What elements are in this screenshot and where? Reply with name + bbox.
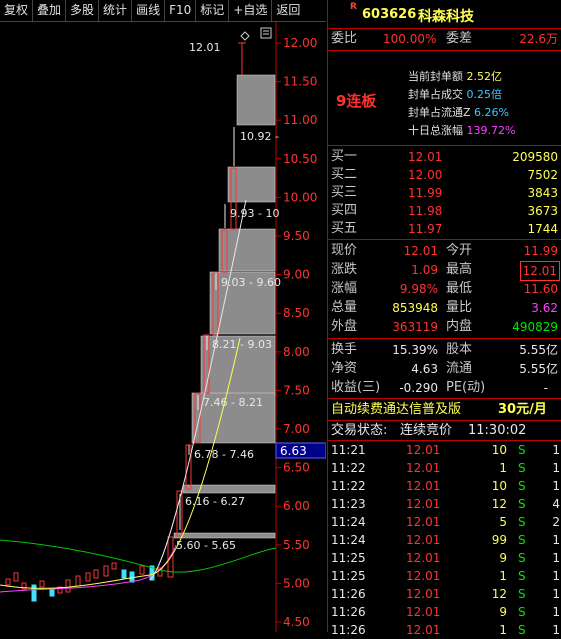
price-axis: 12.00 11.50 11.00 10.50 10.00 9.50 9.00 8.50 8.0… (276, 36, 317, 629)
bid-row[interactable]: 买四 11.98 3673 (328, 202, 561, 220)
overlay-button[interactable]: 叠加 (33, 0, 67, 21)
tick-row: 11:22 12.01 1 S 1 (331, 461, 560, 475)
weibi-label: 委比 (331, 31, 358, 46)
bid-row[interactable]: 买一 12.01 209580 (328, 148, 561, 166)
tick-row: 11:26 12.01 9 S 1 (331, 605, 560, 619)
mark-button[interactable]: 标记 (196, 0, 230, 21)
price-axis-label: 9.00 (283, 268, 310, 282)
price-axis-label: 12.00 (283, 36, 317, 50)
info-line-1: 当前封单额 2.52亿 (408, 70, 502, 83)
price-axis-label: 11.50 (283, 75, 317, 89)
settings-icon[interactable] (260, 27, 272, 39)
small-candles (5, 562, 163, 602)
range-label-1: 10.92 - (240, 130, 279, 143)
promo-text[interactable]: 自动续费通达信普及版 (331, 401, 461, 419)
weicha-label: 委差 (446, 31, 473, 46)
tick-row: 11:26 12.01 12 S 1 (331, 587, 560, 601)
tick-row: 11:24 12.01 99 S 1 (331, 533, 560, 547)
stock-code: 603626 (362, 7, 417, 22)
tick-row: 11:26 12.01 1 S 1 (331, 623, 560, 637)
price-axis-label: 6.50 (283, 461, 310, 475)
bid-row[interactable]: 买二 12.00 7502 (328, 166, 561, 184)
tick-row: 11:23 12.01 12 S 4 (331, 497, 560, 511)
price-axis-label: 10.00 (283, 190, 317, 204)
range-label-6: 6.78 - 7.46 (194, 448, 254, 461)
quote-row-zongliang: 总量 853948 量比 3.62 (331, 300, 558, 315)
price-axis-label: 10.50 (283, 152, 317, 166)
tick-row: 11:21 12.01 10 S 1 (331, 443, 560, 457)
price-axis-label: 4.50 (283, 615, 310, 629)
stock-name: 科森科技 (418, 9, 474, 25)
quote-row-waipan: 外盘 363119 内盘 490829 (331, 319, 558, 334)
tick-row: 11:25 12.01 9 S 1 (331, 551, 560, 565)
price-axis-label: 7.50 (283, 383, 310, 397)
promo-price[interactable]: 30元/月 (498, 401, 547, 419)
chart-toolbar: 复权 叠加 多股 统计 画线 F10 标记 +自选 返回 (0, 0, 326, 22)
info-line-2: 封单占成交 0.25倍 (408, 88, 502, 101)
info-line-4: 十日总涨幅 139.72% (408, 124, 516, 137)
range-label-2: 9.93 - 10 (230, 207, 279, 220)
fund-row-huanshou: 换手 15.39% 股本 5.55亿 (331, 342, 558, 357)
limit-up-info: 9连板 当前封单额 2.52亿 封单占成交 0.25倍 封单占流通Z 6.26%… (328, 57, 561, 145)
add-watchlist-button[interactable]: +自选 (229, 0, 273, 21)
fuquan-button[interactable]: 复权 (0, 0, 34, 21)
fund-row-shouyi: 收益(三) -0.290 PE(动) - (331, 380, 548, 395)
top-price-label: 12.01 (189, 41, 221, 54)
current-price-tag: 6.63 (280, 444, 307, 458)
draw-line-button[interactable]: 画线 (132, 0, 166, 21)
price-axis-label: 9.50 (283, 229, 310, 243)
diamond-icon[interactable] (240, 31, 250, 41)
range-label-3: 9.03 - 9.60 (221, 276, 281, 289)
info-line-3: 封单占流通Z 6.26% (408, 106, 509, 119)
multi-stock-button[interactable]: 多股 (66, 0, 100, 21)
range-label-7: 6.16 - 6.27 (185, 495, 245, 508)
range-label-5: 7.46 - 8.21 (203, 396, 263, 409)
quote-panel: R 603626 科森科技 委比 100.00% 委差 22.6万 9连板 当前… (327, 0, 561, 637)
quote-row-zhangfu: 涨幅 9.98% 最低 11.60 (331, 281, 558, 296)
promo-banner[interactable]: 自动续费通达信普及版 30元/月 (328, 401, 561, 419)
price-axis-label: 5.50 (283, 538, 310, 552)
tick-row: 11:24 12.01 5 S 2 (331, 515, 560, 529)
bid-row[interactable]: 买三 11.99 3843 (328, 184, 561, 202)
price-range-boxes (173, 74, 276, 539)
weibi-value: 100.00% (383, 32, 437, 46)
price-axis-label: 11.00 (283, 113, 317, 127)
tick-row: 11:25 12.01 1 S 1 (331, 569, 560, 583)
price-axis-label: 8.00 (283, 345, 310, 359)
kline-chart[interactable]: 12.00 11.50 11.00 10.50 10.00 9.50 9.00 8.50 8.0… (0, 22, 326, 632)
bid-row[interactable]: 买五 11.97 1744 (328, 220, 561, 238)
tick-row: 11:22 12.01 10 S 1 (331, 479, 560, 493)
f10-button[interactable]: F10 (165, 0, 197, 21)
weicha-value: 22.6万 (519, 32, 558, 46)
stock-header: R 603626 科森科技 (328, 0, 561, 29)
range-label-8: 5.60 - 5.65 (176, 539, 236, 552)
back-button[interactable]: 返回 (272, 0, 304, 21)
weibi-row: 委比 100.00% 委差 22.6万 (328, 30, 561, 48)
streak-label: 9连板 (336, 92, 377, 110)
statistics-button[interactable]: 统计 (99, 0, 133, 21)
quote-row-xianjia: 现价 12.01 今开 11.99 (331, 243, 558, 258)
price-axis-label: 6.00 (283, 499, 310, 513)
price-axis-label: 5.00 (283, 576, 310, 590)
range-label-4: 8.21 - 9.03 (212, 338, 272, 351)
r-margin-badge: R (350, 2, 357, 12)
price-axis-label: 7.00 (283, 422, 310, 436)
fund-row-jingzi: 净资 4.63 流通 5.55亿 (331, 361, 558, 376)
quote-row-zhangdie: 涨跌 1.09 最高 12.01 (328, 261, 561, 281)
price-axis-label: 8.50 (283, 306, 310, 320)
trade-status-row: 交易状态: 连续竞价 11:30:02 (331, 423, 527, 438)
